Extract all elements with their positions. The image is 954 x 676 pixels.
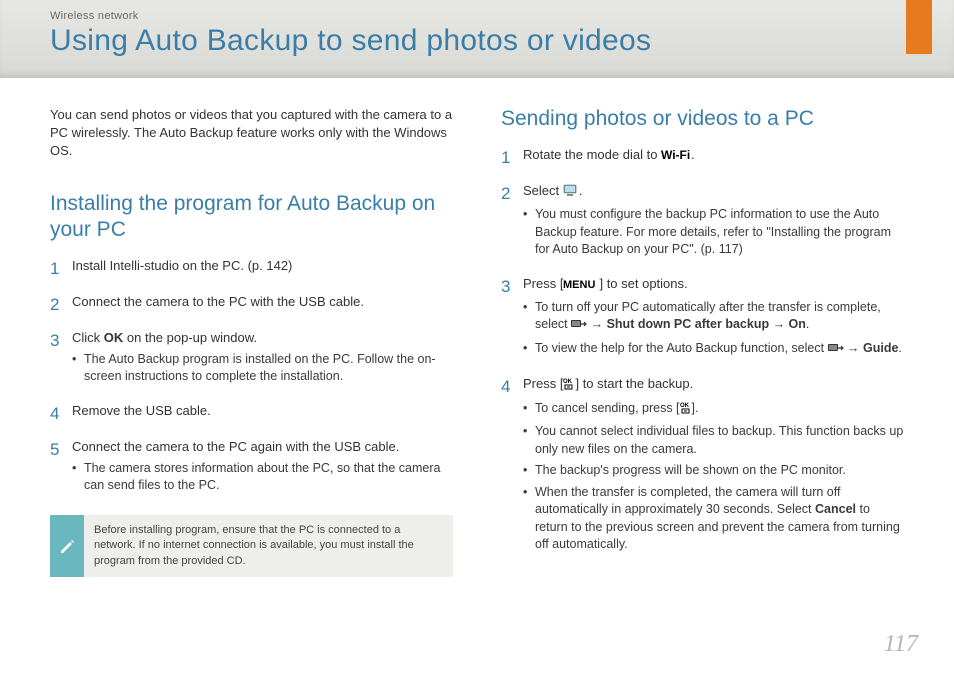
- step-number: 1: [50, 257, 72, 281]
- step-text: Remove the USB cable.: [72, 402, 453, 420]
- step-number: 3: [501, 275, 523, 364]
- svg-text:OK: OK: [680, 403, 690, 409]
- wifi-icon: Wi-Fi: [661, 148, 691, 166]
- svg-text:Wi-Fi: Wi-Fi: [661, 148, 690, 161]
- page-number: 117: [884, 631, 918, 658]
- pc-arrow-icon: [828, 342, 844, 360]
- orange-tab-decoration: [906, 0, 932, 54]
- step-number: 4: [501, 375, 523, 557]
- right-step-1: 1 Rotate the mode dial to Wi-Fi.: [501, 146, 904, 170]
- step-number: 4: [50, 402, 72, 426]
- step-text: Press [OK] to start the backup.: [523, 375, 904, 395]
- step-text: Rotate the mode dial to Wi-Fi.: [523, 146, 904, 166]
- note-box: Before installing program, ensure that t…: [50, 515, 453, 577]
- header-category: Wireless network: [50, 0, 904, 22]
- ok-icon: OK: [563, 377, 575, 395]
- step-number: 3: [50, 329, 72, 390]
- ok-icon: OK: [680, 401, 692, 420]
- sub-bullet: •You must configure the backup PC inform…: [523, 206, 904, 259]
- sub-bullet: •The Auto Backup program is installed on…: [72, 351, 453, 386]
- step-text: Select .: [523, 182, 904, 202]
- svg-text:OK: OK: [563, 379, 573, 385]
- header-title: Using Auto Backup to send photos or vide…: [50, 24, 904, 58]
- right-heading: Sending photos or videos to a PC: [501, 106, 904, 132]
- sub-bullet: •You cannot select individual files to b…: [523, 423, 904, 458]
- right-step-4: 4 Press [OK] to start the backup. • To c…: [501, 375, 904, 557]
- sub-bullet: •The camera stores information about the…: [72, 460, 453, 495]
- sub-bullet: • When the transfer is completed, the ca…: [523, 484, 904, 554]
- right-step-2: 2 Select . •You must configure the backu…: [501, 182, 904, 263]
- step-text: Connect the camera to the PC again with …: [72, 438, 453, 456]
- left-step-2: 2 Connect the camera to the PC with the …: [50, 293, 453, 317]
- left-heading: Installing the program for Auto Backup o…: [50, 191, 453, 244]
- step-text: Click OK on the pop-up window.: [72, 329, 453, 347]
- step-number: 5: [50, 438, 72, 499]
- sub-bullet: • To cancel sending, press [OK].: [523, 400, 904, 420]
- step-text: Install Intelli-studio on the PC. (p. 14…: [72, 257, 453, 275]
- svg-text:MENU: MENU: [563, 279, 595, 290]
- pc-arrow-icon: [571, 318, 587, 336]
- step-number: 2: [50, 293, 72, 317]
- step-number: 2: [501, 182, 523, 263]
- right-column: Sending photos or videos to a PC 1 Rotat…: [501, 106, 904, 577]
- left-step-3: 3 Click OK on the pop-up window. •The Au…: [50, 329, 453, 390]
- sub-bullet: • To view the help for the Auto Backup f…: [523, 340, 904, 360]
- intro-paragraph: You can send photos or videos that you c…: [50, 106, 453, 161]
- menu-icon: MENU: [563, 277, 599, 295]
- pencil-icon: [50, 515, 84, 577]
- left-step-1: 1 Install Intelli-studio on the PC. (p. …: [50, 257, 453, 281]
- step-text: Press [MENU] to set options.: [523, 275, 904, 295]
- step-number: 1: [501, 146, 523, 170]
- step-text: Connect the camera to the PC with the US…: [72, 293, 453, 311]
- left-column: You can send photos or videos that you c…: [50, 106, 453, 577]
- pc-icon: [563, 184, 579, 202]
- left-step-5: 5 Connect the camera to the PC again wit…: [50, 438, 453, 499]
- right-step-3: 3 Press [MENU] to set options. • To turn…: [501, 275, 904, 364]
- page-header: Wireless network Using Auto Backup to se…: [0, 0, 954, 78]
- sub-bullet: • To turn off your PC automatically afte…: [523, 299, 904, 336]
- left-step-4: 4 Remove the USB cable.: [50, 402, 453, 426]
- note-text: Before installing program, ensure that t…: [84, 515, 453, 577]
- sub-bullet: •The backup's progress will be shown on …: [523, 462, 904, 480]
- content-area: You can send photos or videos that you c…: [0, 78, 954, 577]
